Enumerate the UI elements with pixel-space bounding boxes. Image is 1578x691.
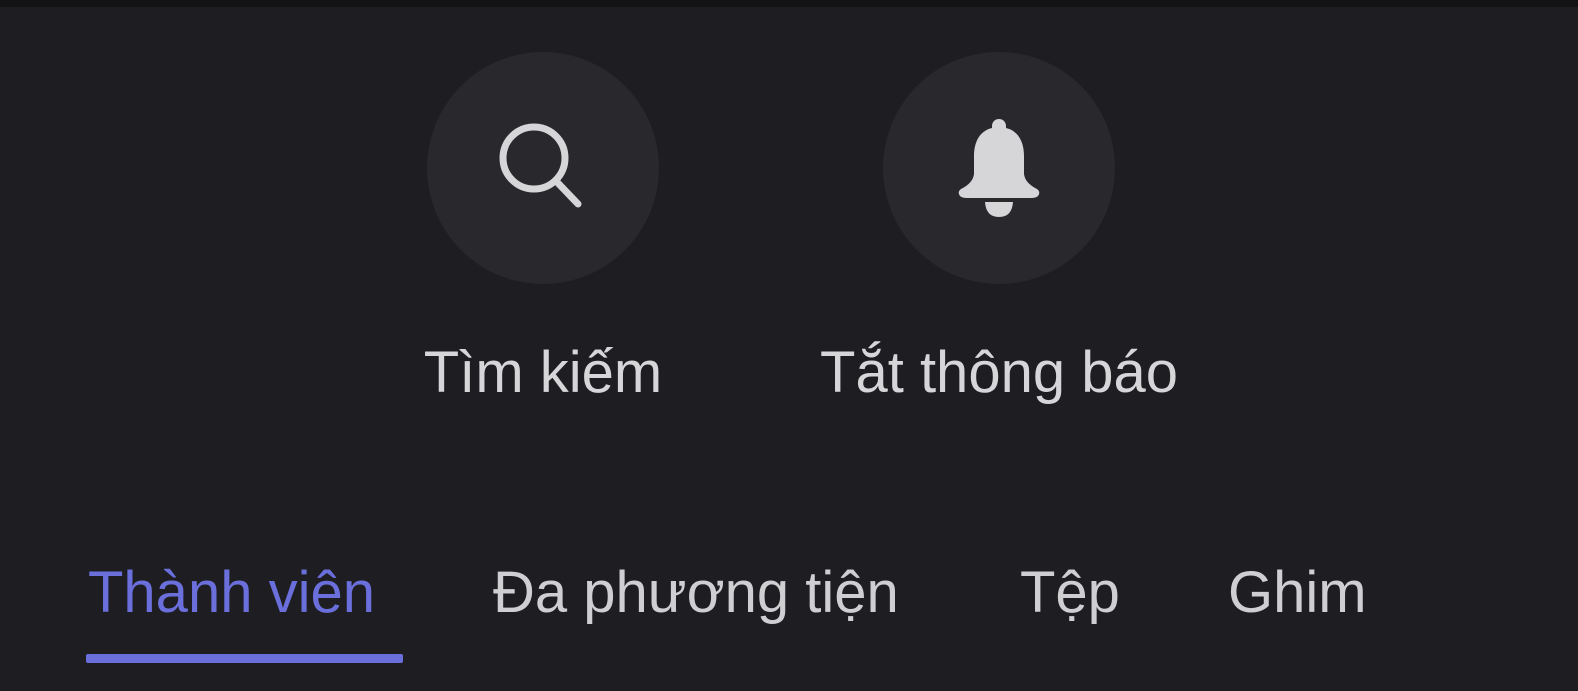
mute-notifications-button[interactable]: Tắt thông báo	[820, 52, 1178, 412]
mute-button-circle[interactable]	[883, 52, 1115, 284]
search-label: Tìm kiếm	[423, 340, 663, 405]
tab-files[interactable]: Tệp	[1020, 555, 1120, 645]
mute-label: Tắt thông báo	[820, 340, 1178, 405]
search-button-circle[interactable]	[427, 52, 659, 284]
tab-members[interactable]: Thành viên	[88, 555, 375, 645]
search-button[interactable]: Tìm kiếm	[393, 52, 693, 412]
tab-bar: Thành viên Đa phương tiện Tệp Ghim	[0, 555, 1578, 691]
top-divider	[0, 0, 1578, 7]
active-tab-indicator	[86, 654, 403, 663]
bell-icon	[958, 119, 1040, 217]
tab-pins[interactable]: Ghim	[1228, 555, 1367, 645]
tab-media[interactable]: Đa phương tiện	[493, 555, 899, 645]
search-icon	[499, 123, 582, 208]
